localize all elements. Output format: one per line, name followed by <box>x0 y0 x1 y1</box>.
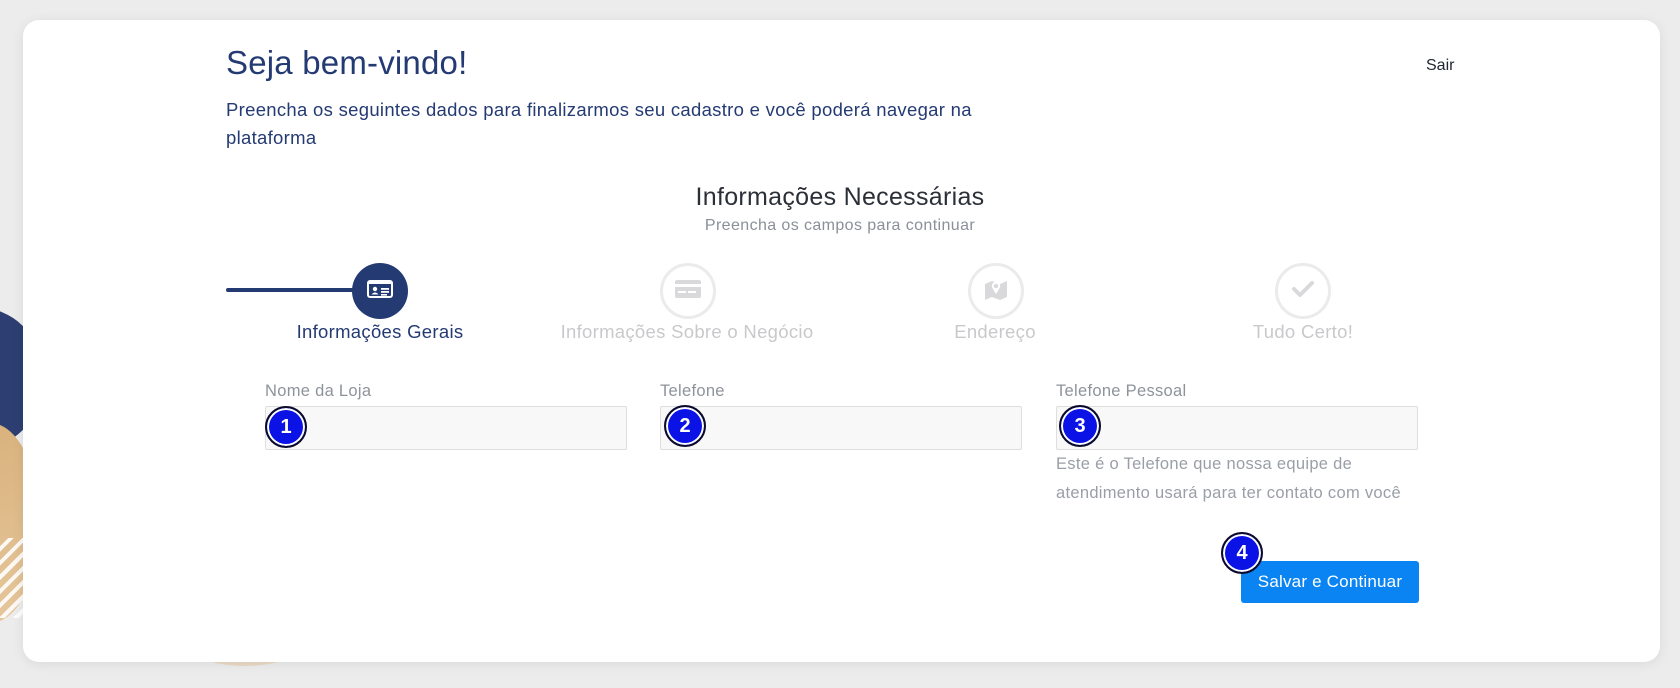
page-title: Seja bem-vindo! <box>226 44 468 81</box>
store-name-label: Nome da Loja <box>265 382 372 400</box>
step-4-circle[interactable] <box>1275 263 1331 319</box>
personal-phone-help-text: Este é o Telefone que nossa equipe de at… <box>1056 455 1401 502</box>
personal-phone-label: Telefone Pessoal <box>1056 382 1187 400</box>
page-subtitle: Preencha os seguintes dados para finaliz… <box>226 99 972 148</box>
step-2-circle[interactable] <box>660 263 716 319</box>
background-stripes <box>0 538 24 618</box>
step-1-label: Informações Gerais <box>296 321 464 342</box>
logout-link[interactable]: Sair <box>1426 57 1454 75</box>
annotation-marker-1: 1 <box>265 406 307 448</box>
annotation-marker-2: 2 <box>664 405 706 447</box>
check-icon <box>1291 279 1315 304</box>
step-2-label[interactable]: Informações Sobre o Negócio <box>527 321 847 343</box>
credit-card-icon <box>674 279 702 304</box>
save-and-continue-button[interactable]: Salvar e Continuar <box>1241 561 1419 603</box>
step-3-circle[interactable] <box>968 263 1024 319</box>
step-4-label[interactable]: Tudo Certo! <box>1143 321 1463 343</box>
personal-phone-input[interactable] <box>1056 406 1418 450</box>
id-card-icon <box>367 279 393 304</box>
store-name-input[interactable] <box>265 406 627 450</box>
section-subtitle: Preencha os campos para continuar <box>704 217 976 234</box>
annotation-marker-3: 3 <box>1059 405 1101 447</box>
step-3-label[interactable]: Endereço <box>835 321 1155 343</box>
phone-input[interactable] <box>660 406 1022 450</box>
map-icon <box>983 277 1009 306</box>
phone-label: Telefone <box>660 382 725 400</box>
annotation-marker-4: 4 <box>1221 532 1263 574</box>
section-title: Informações Necessárias <box>695 183 985 211</box>
step-1-circle <box>352 263 408 319</box>
